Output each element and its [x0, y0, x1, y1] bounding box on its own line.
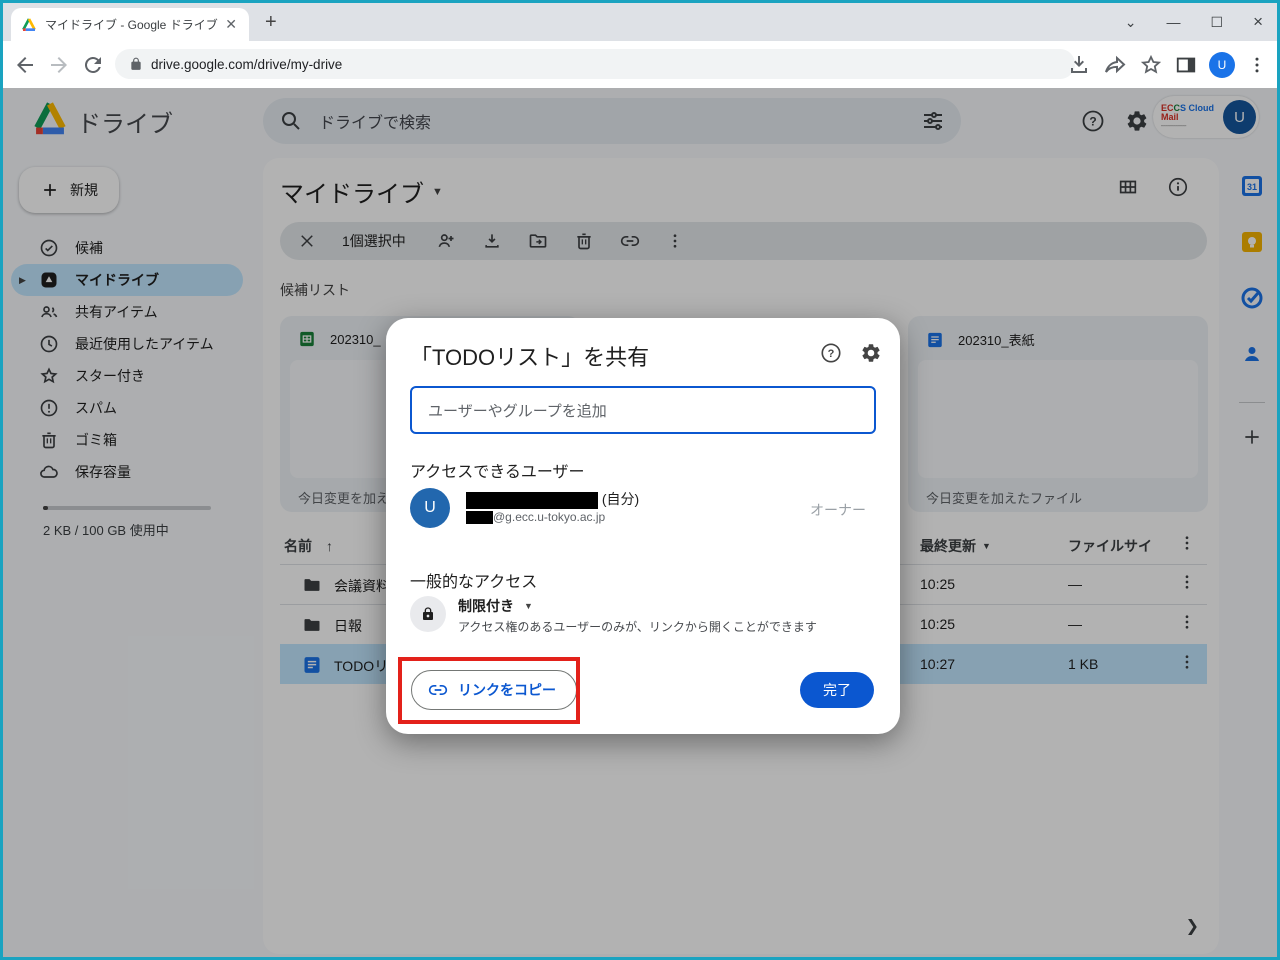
owner-row[interactable]: U (自分) @g.ecc.u-tokyo.ac.jp オーナー — [410, 486, 876, 534]
side-panel-icon[interactable] — [1175, 54, 1197, 76]
copy-link-button[interactable]: リンクをコピー — [411, 670, 577, 710]
window-minimize-button[interactable]: — — [1167, 14, 1181, 30]
tab-title: マイドライブ - Google ドライブ — [45, 16, 221, 33]
share-icon[interactable] — [1103, 53, 1127, 77]
general-access-label: 一般的なアクセス — [410, 568, 537, 592]
browser-window: マイドライブ - Google ドライブ ✕ + ⌄ — ☐ × drive.g… — [0, 0, 1280, 960]
chevron-down-icon: ▼ — [524, 601, 533, 611]
owner-email-domain: @g.ecc.u-tokyo.ac.jp — [493, 510, 605, 524]
download-tray-icon[interactable] — [1067, 53, 1091, 77]
tab-close-icon[interactable]: ✕ — [221, 16, 241, 33]
browser-menu-icon[interactable] — [1247, 55, 1267, 75]
restricted-lock-badge — [410, 596, 446, 632]
owner-role-label: オーナー — [810, 500, 866, 520]
input-placeholder: ユーザーやグループを追加 — [428, 400, 607, 421]
owner-avatar: U — [410, 488, 450, 528]
browser-profile-avatar[interactable]: U — [1209, 52, 1235, 78]
link-icon — [428, 680, 448, 700]
window-close-button[interactable]: × — [1253, 12, 1263, 32]
dialog-title: 「TODOリスト」を共有 — [410, 340, 649, 372]
share-dialog: 「TODOリスト」を共有 ? ユーザーやグループを追加 アクセスできるユーザー … — [386, 318, 900, 734]
url-text: drive.google.com/drive/my-drive — [151, 57, 342, 72]
owner-self-label: (自分) — [602, 491, 639, 507]
settings-gear-icon[interactable] — [860, 342, 882, 364]
redacted-owner-name — [466, 492, 598, 509]
new-tab-button[interactable]: + — [265, 11, 277, 34]
svg-text:?: ? — [828, 348, 835, 360]
access-level-dropdown[interactable]: 制限付き▼ — [458, 596, 533, 616]
add-people-input[interactable]: ユーザーやグループを追加 — [410, 386, 876, 434]
window-maximize-button[interactable]: ☐ — [1211, 14, 1224, 31]
redacted-email-local — [466, 511, 493, 524]
browser-tab[interactable]: マイドライブ - Google ドライブ ✕ — [11, 8, 249, 41]
help-icon[interactable]: ? — [820, 342, 842, 364]
forward-button[interactable] — [47, 53, 71, 77]
back-button[interactable] — [13, 53, 37, 77]
copy-link-label: リンクをコピー — [458, 680, 556, 700]
tab-strip: マイドライブ - Google ドライブ ✕ + ⌄ — ☐ × — [3, 3, 1277, 41]
people-section-label: アクセスできるユーザー — [410, 458, 585, 482]
reload-button[interactable] — [81, 53, 105, 77]
window-chevron-icon[interactable]: ⌄ — [1125, 14, 1137, 31]
drive-page: ドライブ ドライブで検索 ? ECCS Cloud Mail━━━━━━━━━━… — [3, 88, 1277, 957]
address-bar[interactable]: drive.google.com/drive/my-drive — [115, 49, 1075, 79]
bookmark-star-icon[interactable] — [1139, 53, 1163, 77]
access-description: アクセス権のあるユーザーのみが、リンクから開くことができます — [458, 618, 817, 635]
done-button[interactable]: 完了 — [800, 672, 874, 708]
lock-icon — [129, 57, 143, 71]
lock-icon — [420, 606, 436, 622]
drive-favicon — [21, 17, 37, 33]
